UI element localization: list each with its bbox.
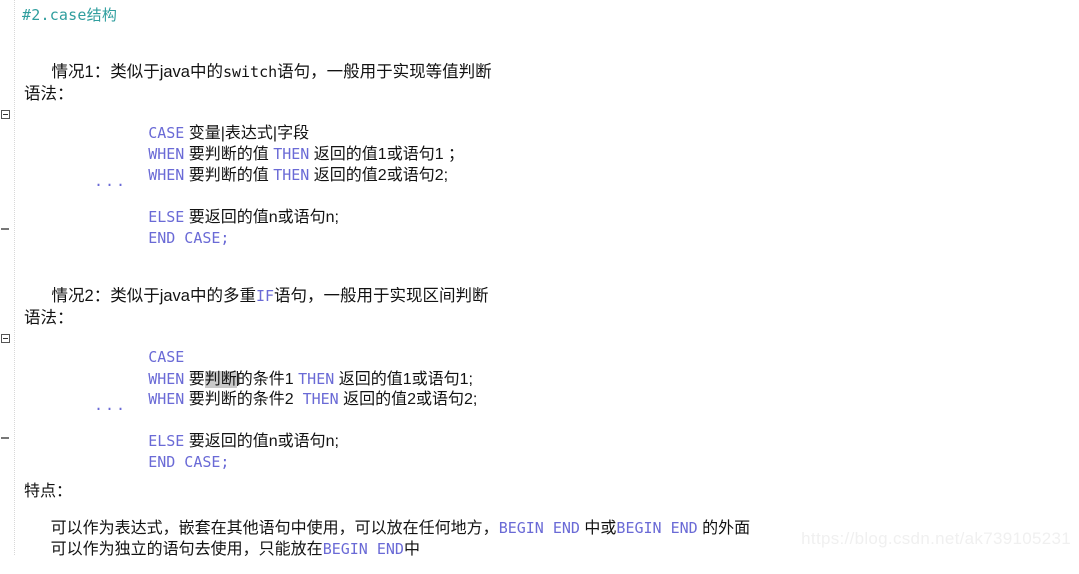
code-2-when-2-condition: 要判断的条件2 bbox=[184, 391, 303, 408]
fold-end-block-1 bbox=[1, 228, 9, 230]
features-line-2: 可以作为独立的语句去使用，只能放在BEGIN END中 bbox=[24, 526, 420, 574]
case-1-syntax-label: 语法： bbox=[24, 85, 74, 103]
code-2-line-when-2[interactable]: WHEN 要判断的条件2 THEN 返回的值2或语句2; bbox=[94, 377, 477, 423]
case-structure-2-intro: 情况2：类似于java中的多重IF语句，一般用于实现区间判断 bbox=[24, 271, 489, 321]
case-1-intro-prefix: 情况1：类似于java中的 bbox=[51, 62, 223, 81]
code-2-then-2-result: 返回的值2或语句2; bbox=[338, 391, 478, 408]
fold-end-block-2 bbox=[1, 437, 9, 439]
csdn-watermark: https://blog.csdn.net/ak739105231 bbox=[801, 529, 1071, 548]
keyword-begin-end: BEGIN END bbox=[322, 540, 404, 558]
code-2-ellipsis: ... bbox=[94, 396, 128, 414]
features-label: 特点： bbox=[24, 483, 73, 500]
page-title: #2.case结构 bbox=[22, 6, 118, 24]
keyword-then: THEN bbox=[302, 390, 339, 408]
code-1-then-2-result: 返回的值2或语句2; bbox=[309, 167, 449, 184]
code-1-line-when-2[interactable]: WHEN 要判断的值 THEN 返回的值2或语句2; bbox=[94, 153, 448, 199]
code-1-ellipsis: ... bbox=[94, 172, 128, 190]
fold-toggle-block-2[interactable] bbox=[1, 334, 10, 343]
features-line-1-text-b: 中或 bbox=[579, 520, 617, 537]
fold-toggle-block-1[interactable] bbox=[1, 110, 10, 119]
keyword-then: THEN bbox=[273, 166, 310, 184]
case-1-intro-keyword: switch bbox=[222, 62, 278, 81]
case-structure-1-intro: 情况1：类似于java中的switch语句，一般用于实现等值判断 bbox=[24, 47, 492, 97]
keyword-end-case: END CASE; bbox=[148, 453, 230, 471]
code-1-line-end-case[interactable]: END CASE; bbox=[94, 216, 229, 261]
code-2-line-end-case[interactable]: END CASE; bbox=[94, 440, 229, 485]
features-line-2-text-a: 可以作为独立的语句去使用，只能放在 bbox=[50, 541, 323, 558]
case-2-intro-suffix: 语句，一般用于实现区间判断 bbox=[274, 286, 489, 305]
case-1-intro-suffix: 语句，一般用于实现等值判断 bbox=[277, 62, 492, 81]
case-2-intro-keyword: IF bbox=[255, 286, 275, 305]
keyword-when: WHEN bbox=[148, 390, 185, 408]
fold-gutter bbox=[0, 0, 15, 555]
document-content: #2.case结构 情况1：类似于java中的switch语句，一般用于实现等值… bbox=[22, 0, 1079, 558]
keyword-when: WHEN bbox=[148, 166, 185, 184]
case-2-intro-prefix: 情况2：类似于java中的多重 bbox=[51, 286, 256, 305]
features-line-1-text-c: 的外面 bbox=[697, 520, 751, 537]
code-note-editor: #2.case结构 情况1：类似于java中的switch语句，一般用于实现等值… bbox=[0, 0, 1079, 558]
keyword-begin-end: BEGIN END bbox=[616, 519, 698, 537]
keyword-end-case: END CASE; bbox=[148, 229, 230, 247]
code-1-when-2-condition: 要判断的值 bbox=[184, 167, 274, 184]
keyword-begin-end: BEGIN END bbox=[498, 519, 580, 537]
features-line-2-text-b: 中 bbox=[403, 541, 420, 558]
case-2-syntax-label: 语法： bbox=[24, 309, 74, 327]
